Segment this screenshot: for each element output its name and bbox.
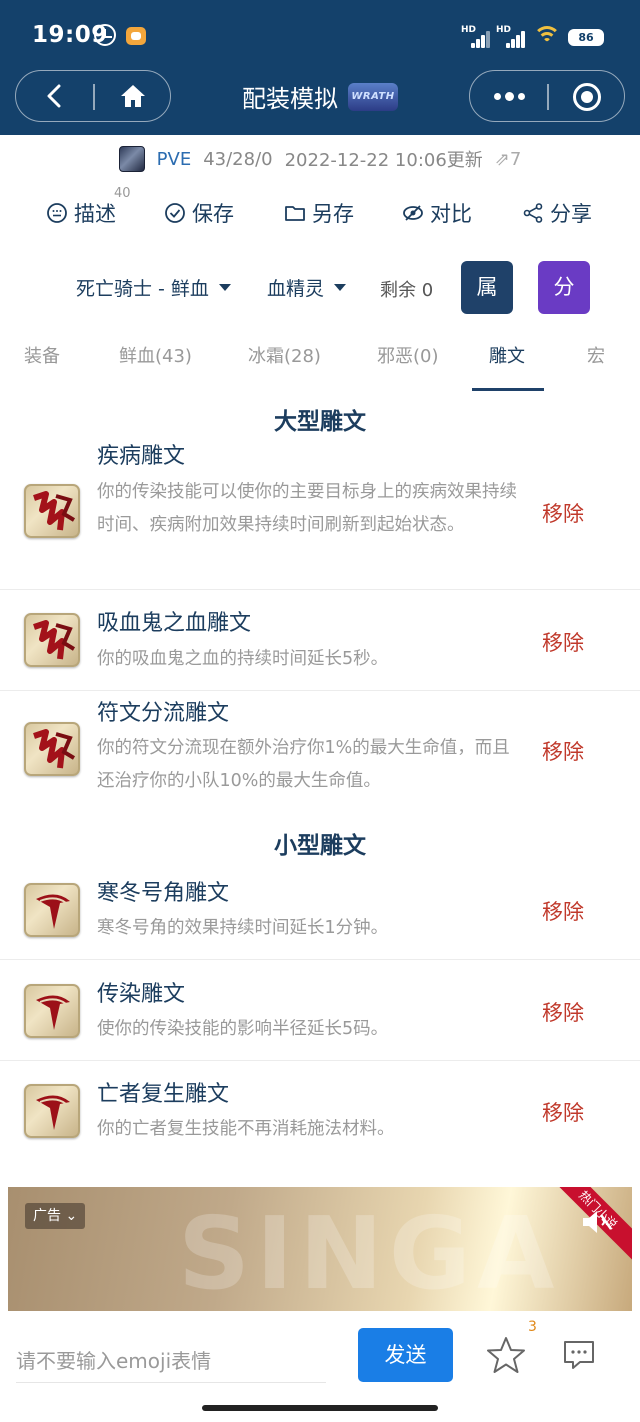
race-select[interactable]: 血精灵	[267, 274, 347, 301]
vampiric-blood-glyph-icon	[24, 613, 80, 667]
compare-icon	[403, 205, 423, 221]
star-count: 3	[528, 1319, 537, 1335]
save-as-button[interactable]: 另存	[284, 198, 354, 228]
chevron-down-icon	[218, 284, 231, 291]
folder-icon	[285, 206, 305, 221]
wrath-logo: WRATH	[348, 82, 398, 111]
share-button[interactable]: 分享	[522, 198, 592, 228]
remove-glyph-button[interactable]: 移除	[542, 627, 584, 657]
glyph-desc: 寒冬号角的效果持续时间延长1分钟。	[97, 918, 389, 938]
disease-glyph-icon	[24, 484, 80, 538]
share-count-value: 7	[509, 148, 522, 170]
glyph-name: 疾病雕文	[97, 444, 186, 469]
describe-icon	[47, 203, 67, 223]
remove-glyph-button[interactable]: 移除	[542, 1097, 584, 1127]
nav-right-capsule	[469, 70, 625, 122]
ad-banner[interactable]: SINGA 广告 ⌄ 热门小说	[8, 1187, 632, 1311]
compare-button[interactable]: 对比	[402, 198, 472, 228]
save-button[interactable]: 保存	[164, 198, 234, 228]
active-tab-indicator	[472, 388, 544, 391]
tab-frost[interactable]: 冰霜(28)	[248, 342, 321, 368]
ad-background-text: SINGA	[178, 1195, 561, 1311]
horn-of-winter-glyph-icon	[24, 883, 80, 937]
remove-glyph-button[interactable]: 移除	[542, 896, 584, 926]
glyph-name: 吸血鬼之血雕文	[97, 611, 252, 636]
compare-label: 对比	[430, 202, 472, 226]
class-spec-value: 死亡骑士 - 鲜血	[76, 278, 209, 300]
top-bar: 19:09 HD HD 86 配装模拟 WRATH	[0, 0, 640, 135]
status-bar: 19:09 HD HD 86	[0, 0, 640, 70]
signal-icon-2: HD	[496, 25, 526, 48]
close-miniprogram-icon[interactable]	[573, 83, 601, 111]
chevron-down-icon: ⌄	[65, 1208, 78, 1224]
tab-glyphs[interactable]: 雕文	[489, 342, 525, 368]
glyph-name: 亡者复生雕文	[97, 1082, 230, 1107]
tab-macros[interactable]: 宏	[587, 342, 605, 368]
save-as-label: 另存	[312, 202, 354, 226]
action-bar: 描述 保存 另存 对比 分享	[0, 198, 640, 238]
remove-glyph-button[interactable]: 移除	[542, 498, 584, 528]
talent-points: 43/28/0	[203, 148, 273, 170]
comment-icon[interactable]	[562, 1339, 596, 1371]
updated-time: 2022-12-22 10:06更新	[284, 150, 483, 171]
tab-unholy[interactable]: 邪恶(0)	[377, 342, 439, 368]
build-meta: PVE 43/28/0 2022-12-22 10:06更新 ⇗7	[0, 146, 640, 177]
chevron-down-icon	[334, 284, 347, 291]
save-label: 保存	[192, 202, 234, 226]
tab-gear[interactable]: 装备	[24, 342, 60, 368]
remove-glyph-button[interactable]: 移除	[542, 736, 584, 766]
share-count: ⇗7	[495, 149, 522, 170]
class-icon	[118, 146, 145, 172]
remove-glyph-button[interactable]: 移除	[542, 997, 584, 1027]
home-indicator	[202, 1405, 438, 1411]
glyph-name: 传染雕文	[97, 982, 186, 1007]
points-button[interactable]: 分	[538, 261, 590, 314]
rune-tap-glyph-icon	[24, 722, 80, 776]
describe-label: 描述	[74, 202, 116, 226]
share-label: 分享	[550, 202, 592, 226]
describe-button[interactable]: 描述	[46, 198, 116, 228]
glyph-name: 符文分流雕文	[97, 701, 230, 726]
glyph-desc: 你的符文分流现在额外治疗你1%的最大生命值，而且还治疗你的小队10%的最大生命值…	[97, 738, 510, 791]
glyph-desc: 你的亡者复生技能不再消耗施法材料。	[97, 1119, 395, 1139]
mode-label: PVE	[156, 148, 192, 170]
glyph-desc: 你的传染技能可以使你的主要目标身上的疾病效果持续时间、疾病附加效果持续时间刷新到…	[97, 482, 517, 535]
page-title: 配装模拟	[242, 85, 338, 113]
tab-blood[interactable]: 鲜血(43)	[119, 342, 192, 368]
major-glyphs-title: 大型雕文	[274, 409, 366, 435]
raise-dead-glyph-icon	[24, 1084, 80, 1138]
hd-label: HD	[461, 25, 477, 35]
divider	[0, 959, 640, 960]
glyph-desc: 你的吸血鬼之血的持续时间延长5秒。	[97, 649, 389, 669]
comment-input[interactable]: 请不要输入emoji表情	[16, 1339, 326, 1383]
share-arrow-icon: ⇗	[494, 148, 510, 170]
glyph-name: 寒冬号角雕文	[97, 881, 230, 906]
notification-app-icon	[126, 27, 146, 45]
pestilence-glyph-icon	[24, 984, 80, 1038]
minor-glyphs-title: 小型雕文	[274, 833, 366, 859]
divider	[0, 589, 640, 590]
check-circle-icon	[165, 203, 185, 223]
star-icon[interactable]	[486, 1335, 526, 1375]
signal-icon: HD	[461, 25, 491, 48]
ad-tag[interactable]: 广告 ⌄	[25, 1203, 86, 1229]
share-icon	[523, 203, 543, 223]
send-button[interactable]: 发送	[358, 1328, 453, 1382]
remaining-points: 剩余 0	[380, 280, 434, 301]
race-value: 血精灵	[267, 278, 325, 300]
glyph-desc: 使你的传染技能的影响半径延长5码。	[97, 1019, 389, 1039]
attributes-button[interactable]: 属	[461, 261, 513, 314]
divider	[0, 1060, 640, 1061]
hd-label-2: HD	[496, 25, 512, 35]
comment-bar: 请不要输入emoji表情 发送 3	[0, 1311, 640, 1422]
alarm-icon	[94, 24, 116, 46]
battery-icon: 86	[568, 29, 604, 46]
divider	[0, 690, 640, 691]
more-icon[interactable]	[494, 89, 528, 103]
mute-icon[interactable]	[580, 1207, 614, 1237]
wifi-icon	[533, 26, 561, 48]
ad-tag-label: 广告	[33, 1208, 61, 1224]
class-spec-select[interactable]: 死亡骑士 - 鲜血	[76, 274, 231, 301]
